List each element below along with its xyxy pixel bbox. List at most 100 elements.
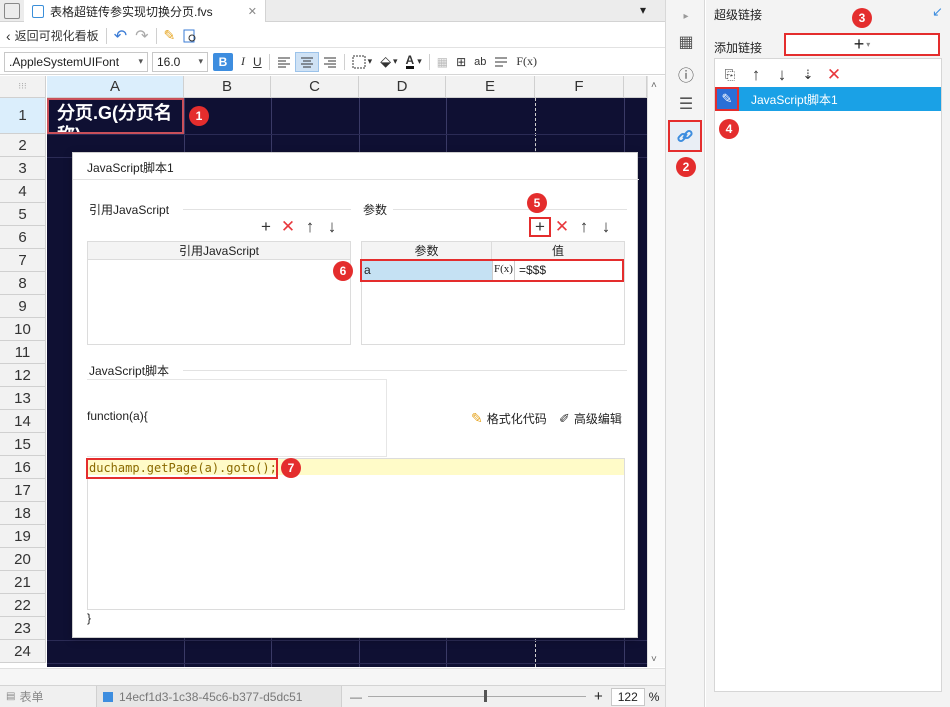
row-header-10[interactable]: 10 (0, 318, 46, 341)
row-header-14[interactable]: 14 (0, 410, 46, 433)
advanced-edit-label: 高级编辑 (573, 412, 622, 426)
close-tab-icon[interactable]: ✕ (248, 5, 257, 18)
grid-corner[interactable]: ⁝⁝⁝ (0, 76, 46, 98)
add-icon[interactable]: + (255, 217, 277, 237)
redo-icon[interactable]: ↷ (131, 26, 152, 46)
row-header-5[interactable]: 5 (0, 203, 46, 226)
border-icon[interactable]: ▾ (348, 52, 377, 72)
code-line-1[interactable]: duchamp.getPage(a).goto(); (86, 458, 278, 479)
chevron-up-icon[interactable]: ˄ (651, 80, 657, 91)
move-down-icon[interactable]: ↓ (595, 217, 617, 237)
move-up-icon[interactable]: ↑ (573, 217, 595, 237)
formula-button[interactable]: F(x) (512, 52, 541, 72)
tab-menu-icon[interactable]: ▾ (640, 3, 646, 17)
row-header-17[interactable]: 17 (0, 479, 46, 502)
hyperlink-icon[interactable] (668, 120, 702, 152)
row-header-3[interactable]: 3 (0, 157, 46, 180)
row-header-23[interactable]: 23 (0, 617, 46, 640)
italic-button[interactable]: I (237, 52, 249, 72)
column-header-e[interactable]: E (446, 76, 535, 98)
undo-icon[interactable]: ↶ (110, 26, 131, 46)
text-color-icon[interactable]: A ▾ (402, 52, 426, 72)
file-tab[interactable]: 表格超链传参实现切换分页.fvs ✕ (24, 0, 266, 22)
new-file-icon[interactable] (4, 3, 20, 19)
row-header-2[interactable]: 2 (0, 134, 46, 157)
move-up-icon[interactable]: ↑ (299, 217, 321, 237)
font-family-select[interactable]: .AppleSystemUIFont ▾ (4, 51, 148, 72)
align-right-icon[interactable] (319, 52, 341, 72)
column-header-g[interactable] (624, 76, 647, 98)
wrap-text-button[interactable]: ab (470, 52, 490, 72)
column-header-a[interactable]: A (47, 76, 184, 98)
format-brush-icon[interactable]: ✎ (160, 26, 180, 46)
param-value-cell[interactable]: =$$$ (514, 261, 622, 280)
zoom-slider[interactable] (368, 690, 586, 702)
condition-attributes-icon[interactable]: ☰ (672, 92, 700, 116)
column-header-c[interactable]: C (271, 76, 359, 98)
expand-icon[interactable]: ↙ (932, 4, 943, 20)
sheet-tab-form[interactable]: ▤ 表单 (0, 686, 96, 707)
format-code-button[interactable]: ✎ 格式化代码 (471, 410, 547, 427)
row-header-12[interactable]: 12 (0, 364, 46, 387)
row-header-7[interactable]: 7 (0, 249, 46, 272)
link-item-javascript[interactable]: ✎ JavaScript脚本1 (715, 87, 941, 111)
delete-icon[interactable]: ✕ (823, 65, 845, 85)
cell-a1[interactable]: 分页.G(分页名称) (47, 98, 184, 134)
advanced-edit-button[interactable]: ✐ 高级编辑 (559, 410, 622, 427)
zoom-out-button[interactable]: — (350, 690, 362, 704)
formula-icon[interactable]: F(x) (492, 261, 514, 280)
move-down-icon[interactable]: ↓ (321, 217, 343, 237)
row-header-4[interactable]: 4 (0, 180, 46, 203)
cell-properties-icon[interactable]: ▦ (672, 30, 700, 54)
collapse-arrow-icon[interactable]: ▸ (672, 4, 700, 28)
row-header-6[interactable]: 6 (0, 226, 46, 249)
row-header-16[interactable]: 16 (0, 456, 46, 479)
sheet-tab-id[interactable]: 14ecf1d3-1c38-45c6-b377-d5dc51 (96, 685, 342, 707)
row-header-11[interactable]: 11 (0, 341, 46, 364)
underline-button[interactable]: U (249, 52, 266, 72)
column-header-b[interactable]: B (184, 76, 271, 98)
zoom-in-button[interactable]: + (594, 688, 603, 705)
add-param-icon[interactable]: + (529, 217, 551, 237)
row-header-13[interactable]: 13 (0, 387, 46, 410)
param-name-cell[interactable]: a (362, 261, 492, 280)
align-center-icon[interactable] (294, 51, 319, 72)
line-spacing-icon[interactable] (490, 52, 512, 72)
row-header-21[interactable]: 21 (0, 571, 46, 594)
add-link-dropdown[interactable]: + ▾ (784, 33, 940, 56)
horizontal-scrollbar[interactable] (0, 668, 665, 685)
delete-icon[interactable]: ✕ (277, 217, 299, 237)
fill-color-icon[interactable]: ⬙ ▾ (376, 52, 401, 72)
ref-js-table: 引用JavaScript (87, 241, 351, 345)
row-header-24[interactable]: 24 (0, 640, 46, 663)
copy-icon[interactable]: ⎘ (719, 65, 741, 85)
move-down-icon[interactable]: ↓ (771, 65, 793, 85)
font-size-select[interactable]: 16.0 ▾ (152, 51, 208, 72)
back-to-dashboard-button[interactable]: ‹ 返回可视化看板 (2, 26, 103, 46)
split-cells-icon[interactable]: ⊞ (452, 52, 470, 72)
vertical-scrollbar[interactable]: ˄ ˅ (647, 76, 665, 667)
move-to-bottom-icon[interactable]: ⇣ (797, 65, 819, 85)
row-header-15[interactable]: 15 (0, 433, 46, 456)
delete-icon[interactable]: ✕ (551, 217, 573, 237)
zoom-slider-handle[interactable] (484, 690, 487, 702)
row-header-18[interactable]: 18 (0, 502, 46, 525)
code-editor[interactable] (87, 458, 625, 610)
bold-button[interactable]: B (213, 52, 233, 71)
row-header-20[interactable]: 20 (0, 548, 46, 571)
row-header-1[interactable]: 1 (0, 98, 46, 134)
param-row[interactable]: a F(x) =$$$ (360, 259, 624, 282)
row-header-22[interactable]: 22 (0, 594, 46, 617)
row-header-8[interactable]: 8 (0, 272, 46, 295)
zoom-input[interactable]: 122 (610, 687, 645, 706)
merge-cells-icon[interactable]: ▦ (433, 52, 452, 72)
column-header-f[interactable]: F (535, 76, 624, 98)
column-header-d[interactable]: D (359, 76, 446, 98)
chevron-down-icon[interactable]: ˅ (651, 654, 657, 665)
row-header-9[interactable]: 9 (0, 295, 46, 318)
widget-settings-icon[interactable]: ⓘ (672, 62, 700, 86)
row-header-19[interactable]: 19 (0, 525, 46, 548)
align-left-icon[interactable] (273, 52, 295, 72)
move-up-icon[interactable]: ↑ (745, 65, 767, 85)
preview-icon[interactable] (179, 26, 201, 46)
